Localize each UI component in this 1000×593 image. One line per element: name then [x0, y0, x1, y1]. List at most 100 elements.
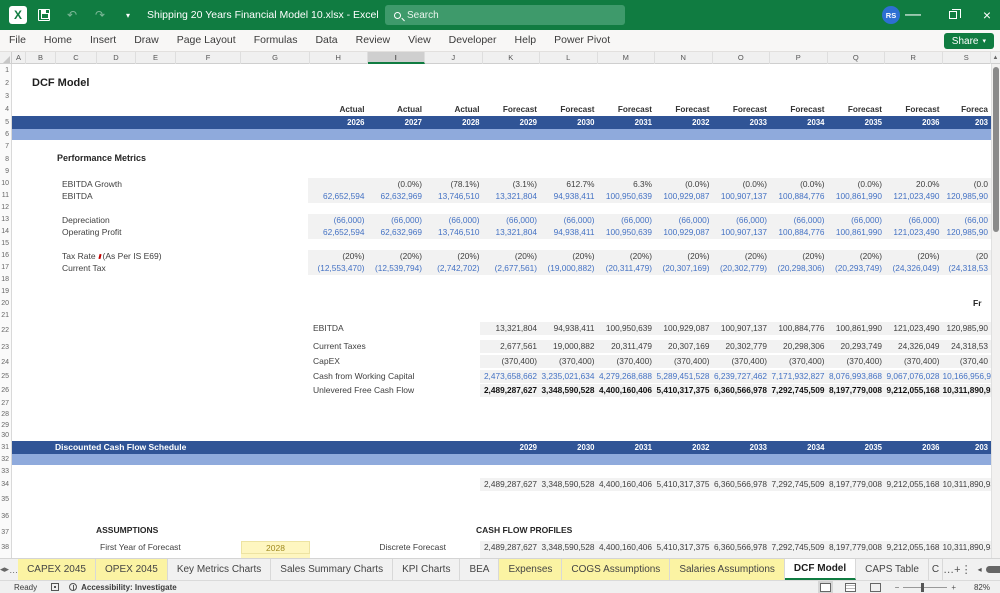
column-header-S[interactable]: S — [943, 52, 991, 64]
metric-14-cell[interactable]: 120,985,90 — [943, 226, 992, 239]
all-sheets-ellipsis-icon[interactable]: … — [943, 559, 954, 580]
dcf-value-cell[interactable]: 10,311,890,93 — [943, 478, 995, 491]
fcf-label[interactable]: Current Taxes — [313, 340, 366, 353]
row-number-6[interactable]: 6 — [0, 129, 11, 140]
cfp-value-cell[interactable]: 8,197,779,008 — [828, 541, 886, 554]
ribbon-tab-help[interactable]: Help — [506, 30, 546, 51]
row-number-7[interactable]: 7 — [0, 140, 11, 153]
fcf-25-cell[interactable]: 10,166,956,90 — [943, 370, 996, 383]
select-all-corner[interactable] — [0, 52, 12, 64]
year-cell[interactable]: 2026 — [310, 116, 368, 129]
ribbon-tab-file[interactable]: File — [0, 30, 35, 51]
fcf-25-cell[interactable]: 3,235,021,634 — [540, 370, 598, 383]
normal-view-icon[interactable] — [817, 580, 833, 593]
column-header-P[interactable]: P — [770, 52, 828, 64]
fcf-22-cell[interactable]: 13,321,804 — [483, 322, 541, 335]
quick-access-menu-button[interactable]: ▾ — [117, 4, 139, 26]
ribbon-tab-draw[interactable]: Draw — [125, 30, 168, 51]
row-number-23[interactable]: 23 — [0, 340, 11, 355]
year-cell[interactable]: 203 — [943, 116, 992, 129]
metric-17-cell[interactable]: (20,298,306) — [770, 262, 828, 275]
year-cell[interactable]: 2034 — [770, 116, 828, 129]
fcf-26-cell[interactable]: 10,311,890,93 — [943, 384, 996, 397]
row-number-27[interactable]: 27 — [0, 398, 11, 409]
fcf-23-cell[interactable]: 24,326,049 — [885, 340, 943, 353]
tab-scrollbar-thumb[interactable] — [985, 566, 1000, 573]
fcf-26-cell[interactable]: 5,410,317,375 — [655, 384, 713, 397]
year-cell[interactable]: 2031 — [598, 116, 656, 129]
metric-17-cell[interactable]: (20,311,479) — [598, 262, 656, 275]
fcf-24-cell[interactable]: (370,400) — [770, 355, 828, 368]
fcf-26-cell[interactable]: 7,292,745,509 — [770, 384, 828, 397]
ribbon-tab-page-layout[interactable]: Page Layout — [168, 30, 245, 51]
row-number-21[interactable]: 21 — [0, 310, 11, 322]
share-button[interactable]: Share ▾ — [943, 33, 994, 49]
accessibility-status[interactable]: Accessibility: Investigate — [81, 583, 177, 592]
fcf-23-cell[interactable]: 20,298,306 — [770, 340, 828, 353]
metric-17-cell[interactable]: (12,553,470) — [310, 262, 368, 275]
row-number-18[interactable]: 18 — [0, 274, 11, 286]
row-number-1[interactable]: 1 — [0, 64, 11, 77]
row-number-35[interactable]: 35 — [0, 491, 11, 508]
period-label-cell[interactable]: Forecast — [885, 103, 943, 116]
fcf-23-cell[interactable]: 20,302,779 — [713, 340, 771, 353]
dcf-value-cell[interactable]: 2,489,287,627 — [483, 478, 541, 491]
row-number-25[interactable]: 25 — [0, 370, 11, 384]
fcf-24-cell[interactable]: (370,400) — [885, 355, 943, 368]
cfp-value-cell[interactable]: 3,348,590,528 — [540, 541, 598, 554]
undo-button[interactable]: ↶ — [61, 4, 83, 26]
fcf-22-cell[interactable]: 94,938,411 — [540, 322, 598, 335]
fcf-label[interactable]: CapEX — [313, 355, 340, 368]
forecast-type-value[interactable]: Discrete Forecast — [346, 541, 446, 554]
year-cell[interactable]: 2036 — [885, 116, 943, 129]
dcf-year-cell[interactable]: 2035 — [828, 441, 886, 454]
period-label-cell[interactable]: Forecast — [770, 103, 828, 116]
row-number-4[interactable]: 4 — [0, 103, 11, 116]
fcf-25-cell[interactable]: 9,067,076,028 — [885, 370, 943, 383]
period-label-cell[interactable]: Forecast — [828, 103, 886, 116]
fcf-24-cell[interactable]: (370,40 — [943, 355, 992, 368]
fcf-25-cell[interactable]: 4,279,268,688 — [598, 370, 656, 383]
fcf-26-cell[interactable]: 8,197,779,008 — [828, 384, 886, 397]
row-number-32[interactable]: 32 — [0, 454, 11, 465]
fcf-25-cell[interactable]: 6,239,727,462 — [713, 370, 771, 383]
cfp-value-cell[interactable]: 10,311,890,93 — [943, 541, 995, 554]
fcf-22-cell[interactable]: 100,884,776 — [770, 322, 828, 335]
row-number-14[interactable]: 14 — [0, 226, 11, 238]
fcf-22-cell[interactable]: 120,985,90 — [943, 322, 992, 335]
metric-14-cell[interactable]: 100,861,990 — [828, 226, 886, 239]
fcf-23-cell[interactable]: 20,307,169 — [655, 340, 713, 353]
row-number-34[interactable]: 34 — [0, 478, 11, 491]
fcf-26-cell[interactable]: 9,212,055,168 — [885, 384, 943, 397]
fcf-23-cell[interactable]: 19,000,882 — [540, 340, 598, 353]
year-cell[interactable]: 2035 — [828, 116, 886, 129]
row-number-16[interactable]: 16 — [0, 250, 11, 262]
tab-scrollbar[interactable]: ◂ ▸ — [978, 559, 1000, 580]
period-label-cell[interactable]: Forecast — [655, 103, 713, 116]
fcf-25-cell[interactable]: 7,171,932,827 — [770, 370, 828, 383]
row-number-19[interactable]: 19 — [0, 286, 11, 298]
first-year-of-forecast-input[interactable]: 2028 — [241, 541, 310, 554]
row-number-28[interactable]: 28 — [0, 409, 11, 420]
cash-flow-profiles-title[interactable]: CASH FLOW PROFILES — [476, 525, 572, 535]
metric-17-cell[interactable]: (24,326,049) — [885, 262, 943, 275]
sheet-tab-key-metrics-charts[interactable]: Key Metrics Charts — [167, 559, 272, 580]
sheet-tab-dcf-model[interactable]: DCF Model — [784, 559, 857, 580]
close-button[interactable]: × — [972, 0, 1000, 30]
row-number-9[interactable]: 9 — [0, 166, 11, 178]
column-header-A[interactable]: A — [12, 52, 26, 64]
row-number-13[interactable]: 13 — [0, 214, 11, 226]
dcf-year-cell[interactable]: 2034 — [770, 441, 828, 454]
metric-11-cell[interactable]: 100,929,087 — [655, 190, 713, 203]
metric-14-cell[interactable]: 100,950,639 — [598, 226, 656, 239]
fcf-22-cell[interactable]: 100,861,990 — [828, 322, 886, 335]
metric-14-cell[interactable]: 100,929,087 — [655, 226, 713, 239]
cfp-value-cell[interactable]: 7,292,745,509 — [770, 541, 828, 554]
column-header-L[interactable]: L — [540, 52, 598, 64]
cfp-value-cell[interactable]: 6,360,566,978 — [713, 541, 771, 554]
year-cell[interactable]: 2030 — [540, 116, 598, 129]
sheet-tab-cogs-assumptions[interactable]: COGS Assumptions — [562, 559, 671, 580]
page-layout-view-icon[interactable] — [844, 582, 856, 592]
dcf-value-cell[interactable]: 5,410,317,375 — [655, 478, 713, 491]
row-number-33[interactable]: 33 — [0, 465, 11, 478]
